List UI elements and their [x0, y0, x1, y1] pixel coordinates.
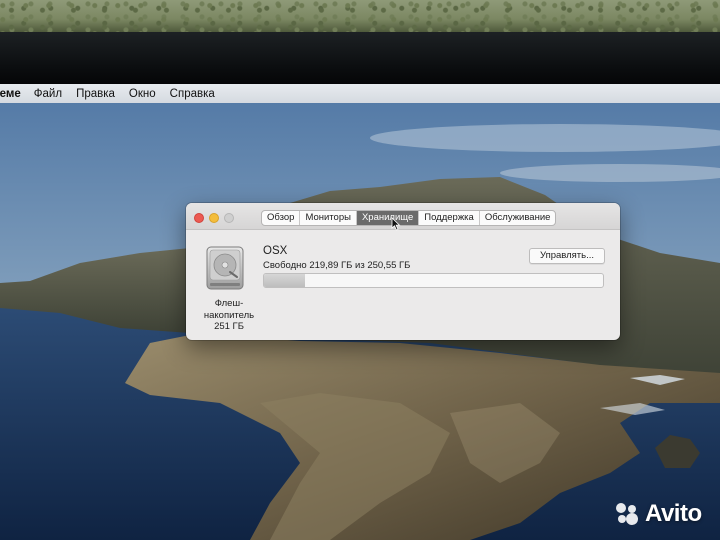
- manage-button[interactable]: Управлять...: [529, 248, 605, 264]
- menu-edit[interactable]: Правка: [76, 88, 115, 100]
- avito-logo-icon: [616, 503, 638, 525]
- minimize-button[interactable]: [209, 213, 219, 223]
- mouse-pointer-icon: [391, 217, 401, 231]
- tab-storage[interactable]: Хранилище: [356, 211, 420, 225]
- disk-type-line1: Флеш-: [214, 298, 244, 309]
- storage-used-fill: [264, 274, 306, 287]
- menu-window[interactable]: Окно: [129, 88, 156, 100]
- tab-displays[interactable]: Мониторы: [300, 211, 357, 225]
- volume-free-space: Свободно 219,89 ГБ из 250,55 ГБ: [263, 260, 411, 271]
- menu-app-system-prefs[interactable]: теме: [0, 88, 21, 100]
- tab-bar: Обзор Мониторы Хранилище Поддержка Обслу…: [261, 210, 557, 226]
- hard-drive-icon: [206, 246, 244, 290]
- about-mac-window: Обзор Мониторы Хранилище Поддержка Обслу…: [186, 203, 620, 340]
- tab-support[interactable]: Поддержка: [419, 211, 480, 225]
- tab-service[interactable]: Обслуживание: [480, 211, 556, 225]
- menu-bar: теме Файл Правка Окно Справка: [0, 84, 720, 103]
- menu-file[interactable]: Файл: [34, 88, 62, 100]
- laptop-bezel: [0, 32, 720, 84]
- window-titlebar[interactable]: Обзор Мониторы Хранилище Поддержка Обслу…: [186, 203, 620, 230]
- close-button[interactable]: [194, 213, 204, 223]
- avito-watermark-text: Avito: [645, 500, 702, 527]
- disk-caption: Флеш- накопитель 251 ГБ: [196, 298, 262, 333]
- disk-capacity: 251 ГБ: [214, 321, 244, 332]
- tab-overview[interactable]: Обзор: [262, 211, 301, 225]
- zoom-button[interactable]: [224, 213, 234, 223]
- disk-type-line2: накопитель: [203, 309, 255, 321]
- wall-background: [0, 0, 720, 32]
- avito-watermark: Avito: [613, 499, 702, 529]
- volume-name: OSX: [263, 245, 288, 257]
- storage-usage-bar: [263, 273, 604, 288]
- menu-help[interactable]: Справка: [170, 88, 215, 100]
